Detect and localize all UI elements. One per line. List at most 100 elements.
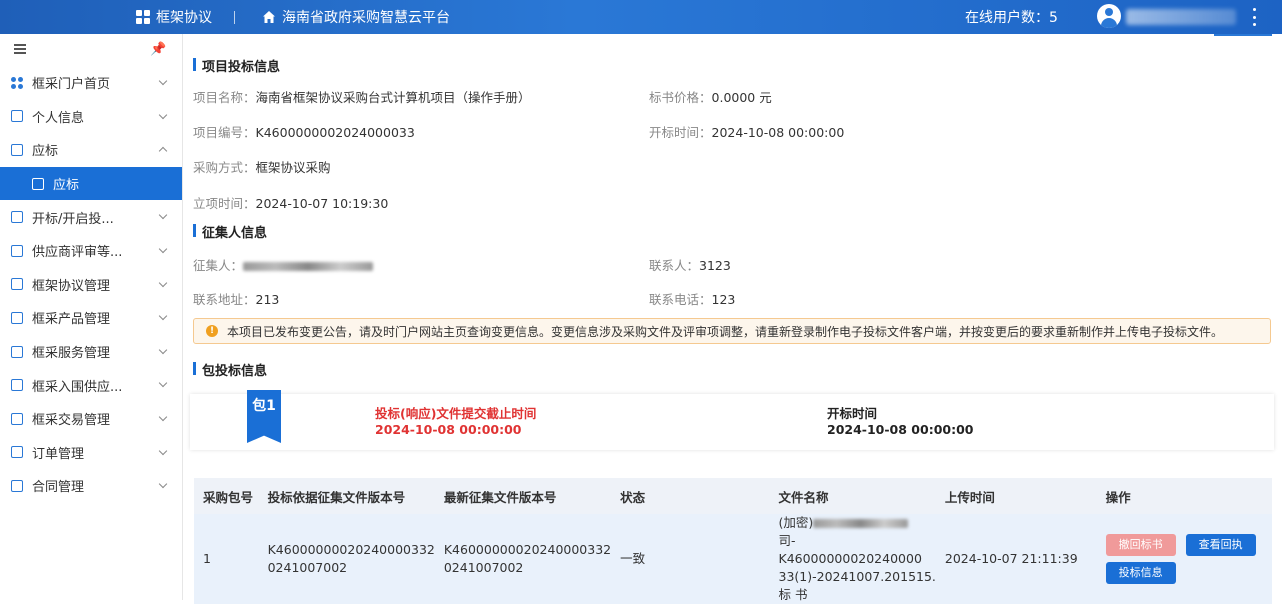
deadline-value: 2024-10-08 00:00:00 xyxy=(375,422,522,437)
cell-latest-version: K46000000020240000332 0241007002 xyxy=(434,514,612,604)
menu-toggle-icon[interactable] xyxy=(14,44,26,54)
chevron-down-icon xyxy=(158,412,168,422)
address-value: 213 xyxy=(255,292,280,307)
sidebar-item-contract-management[interactable]: 合同管理 xyxy=(0,469,182,503)
file-name-redacted xyxy=(813,519,909,528)
withdraw-bid-button[interactable]: 撤回标书 xyxy=(1105,534,1176,556)
table-header-row: 采购包号 投标依据征集文件版本号 最新征集文件版本号 状态 文件名称 上传时间 … xyxy=(194,478,1272,514)
cell-file-name: (加密) 司-K46000000020240000 33(1)-20241007… xyxy=(769,514,936,604)
sidebar-item-bid-opening[interactable]: 开标/开启投... xyxy=(0,200,182,234)
sidebar-item-order-management[interactable]: 订单管理 xyxy=(0,436,182,470)
transaction-icon xyxy=(11,412,23,425)
sidebar-item-label: 框采服务管理 xyxy=(32,346,111,362)
contact-field: 联系人：3123 xyxy=(649,255,731,274)
chevron-down-icon xyxy=(158,379,168,388)
collector-field: 征集人： xyxy=(193,255,374,274)
chevron-down-icon xyxy=(158,244,168,254)
chevron-down-icon xyxy=(158,110,168,119)
online-users: 在线用户数：5 xyxy=(965,10,1058,26)
clover-icon xyxy=(11,76,23,89)
column-header: 投标依据征集文件版本号 xyxy=(258,478,435,514)
sidebar-item-product-management[interactable]: 框采产品管理 xyxy=(0,301,182,335)
chevron-down-icon xyxy=(158,479,168,489)
warning-icon: ! xyxy=(206,325,218,337)
chevron-down-icon xyxy=(158,211,168,220)
sidebar-item-label: 开标/开启投... xyxy=(32,211,114,227)
section-title-collector: 征集人信息 xyxy=(193,222,267,241)
section-title-package: 包投标信息 xyxy=(193,360,267,379)
divider xyxy=(234,11,235,24)
column-header: 采购包号 xyxy=(194,478,259,514)
order-icon xyxy=(11,446,23,459)
field-label: 采购方式： xyxy=(193,160,256,175)
sidebar-item-portal-home[interactable]: 框采门户首页 xyxy=(0,66,182,100)
section-title-project: 项目投标信息 xyxy=(193,56,280,75)
sidebar-item-bidding[interactable]: 应标 xyxy=(0,133,182,167)
platform-link[interactable]: 海南省政府采购智慧云平台 xyxy=(262,0,450,34)
cell-package-no: 1 xyxy=(194,514,259,604)
field-label: 联系地址： xyxy=(193,292,256,307)
cell-basis-version: K46000000020240000332 0241007002 xyxy=(258,514,435,604)
platform-label: 海南省政府采购智慧云平台 xyxy=(282,10,450,26)
chevron-up-icon xyxy=(158,146,168,156)
sidebar-item-profile[interactable]: 个人信息 xyxy=(0,100,182,134)
document-icon xyxy=(11,143,23,156)
sidebar-item-label: 个人信息 xyxy=(32,110,85,126)
phone-value: 123 xyxy=(711,292,736,307)
purchase-method-value: 框架协议采购 xyxy=(255,160,331,175)
deadline-block: 投标(响应)文件提交截止时间 2024-10-08 00:00:00 xyxy=(375,406,536,438)
brand[interactable]: 框架协议 xyxy=(136,0,212,34)
project-code-value: K4600000002024000033 xyxy=(255,125,415,140)
open-time-field: 开标时间：2024-10-08 00:00:00 xyxy=(649,122,844,141)
cell-actions: 撤回标书 查看回执 投标信息 xyxy=(1096,514,1272,604)
bid-price-value: 0.0000 元 xyxy=(711,90,772,105)
brand-label: 框架协议 xyxy=(156,10,212,26)
bid-info-button[interactable]: 投标信息 xyxy=(1105,562,1176,584)
sidebar-item-service-management[interactable]: 框采服务管理 xyxy=(0,335,182,369)
column-header: 最新征集文件版本号 xyxy=(434,478,612,514)
address-field: 联系地址：213 xyxy=(193,289,279,308)
supplier-icon xyxy=(11,379,23,392)
avatar[interactable] xyxy=(1097,4,1121,28)
view-receipt-button[interactable]: 查看回执 xyxy=(1185,534,1256,556)
chevron-down-icon xyxy=(158,76,168,86)
package-badge: 包1 xyxy=(247,390,281,443)
change-notice-text: 本项目已发布变更公告，请及时门户网站主页查询变更信息。变更信息涉及采购文件及评审… xyxy=(227,324,1224,339)
sidebar-subitem-bidding[interactable]: 应标 xyxy=(0,166,182,201)
deadline-label: 投标(响应)文件提交截止时间 xyxy=(375,406,537,421)
open-time-value: 2024-10-08 00:00:00 xyxy=(827,422,974,437)
field-label: 项目编号： xyxy=(193,125,256,140)
sidebar-item-label: 合同管理 xyxy=(32,480,85,496)
sidebar-item-label: 框架协议管理 xyxy=(32,278,111,294)
sidebar-item-transaction-management[interactable]: 框采交易管理 xyxy=(0,402,182,436)
bid-price-field: 标书价格：0.0000 元 xyxy=(649,87,772,106)
field-label: 开标时间： xyxy=(649,125,712,140)
chevron-down-icon xyxy=(158,446,168,455)
field-label: 联系人： xyxy=(649,258,700,273)
chevron-down-icon xyxy=(158,311,168,321)
field-label: 征集人： xyxy=(193,258,244,273)
username-redacted[interactable] xyxy=(1126,9,1236,25)
sidebar-item-label: 框采门户首页 xyxy=(32,77,111,93)
project-name-field: 项目名称：海南省框架协议采购台式计算机项目（操作手册） xyxy=(193,87,531,106)
sidebar-item-framework-management[interactable]: 框架协议管理 xyxy=(0,268,182,302)
file-encrypted-prefix: (加密) xyxy=(778,515,814,530)
pin-icon[interactable]: 📌 xyxy=(150,42,166,57)
sidebar: 📌 框采门户首页 个人信息 应标 应标 开标/开启投... 供应商评审等... … xyxy=(0,34,183,600)
sidebar-item-label: 框采产品管理 xyxy=(32,312,111,328)
field-label: 联系电话： xyxy=(649,292,712,307)
scroll-indicator xyxy=(1214,34,1272,36)
column-header: 上传时间 xyxy=(935,478,1097,514)
chevron-down-icon xyxy=(158,345,168,354)
more-icon[interactable] xyxy=(1250,8,1258,26)
field-label: 标书价格： xyxy=(649,90,712,105)
table-row: 1 K46000000020240000332 0241007002 K4600… xyxy=(194,514,1272,604)
column-header: 状态 xyxy=(611,478,770,514)
service-icon xyxy=(11,345,23,358)
sidebar-item-supplier-review[interactable]: 供应商评审等... xyxy=(0,234,182,268)
sidebar-item-label: 框采入围供应... xyxy=(32,379,123,395)
document-icon xyxy=(32,177,44,190)
sidebar-item-supplier-admission[interactable]: 框采入围供应... xyxy=(0,368,182,402)
sidebar-item-label: 供应商评审等... xyxy=(32,245,123,261)
column-header: 操作 xyxy=(1096,478,1272,514)
